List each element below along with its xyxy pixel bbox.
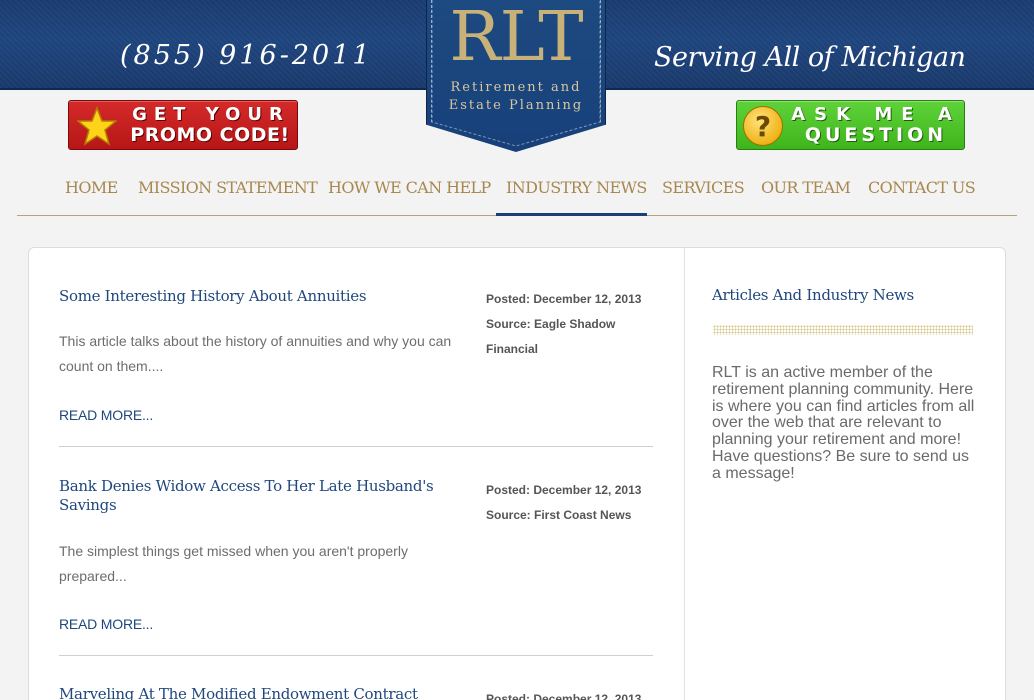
- article-title[interactable]: Bank Denies Widow Access To Her Late Hus…: [59, 477, 454, 515]
- nav-item-our-team[interactable]: OUR TEAM: [751, 178, 860, 216]
- article-excerpt: The simplest things get missed when you …: [59, 543, 408, 584]
- tagline: Serving All of Michigan: [654, 42, 966, 73]
- nav-item-contact-us[interactable]: CONTACT US: [858, 178, 985, 216]
- read-more-link[interactable]: READ MORE...: [59, 616, 153, 632]
- logo[interactable]: RLT Retirement and Estate Planning: [426, 0, 606, 152]
- article-posted-date: Posted: December 12, 2013: [486, 692, 642, 700]
- article-excerpt: This article talks about the history of …: [59, 333, 452, 374]
- article-title[interactable]: Some Interesting History About Annuities: [59, 287, 454, 306]
- ask-question-button[interactable]: ? ASK ME A QUESTION: [736, 100, 965, 150]
- main-nav: HOME MISSION STATEMENT HOW WE CAN HELP I…: [17, 170, 1017, 216]
- column-divider: [684, 248, 685, 700]
- star-icon: [77, 106, 117, 146]
- article-meta: Posted: December 12, 2013 Source: Eagle …: [486, 287, 656, 362]
- phone-number[interactable]: (855) 916-2011: [120, 40, 373, 71]
- content-card: Some Interesting History About Annuities…: [28, 247, 1006, 700]
- article-separator: [59, 446, 653, 447]
- article-posted-date: Posted: December 12, 2013: [486, 483, 642, 497]
- nav-item-services[interactable]: SERVICES: [652, 178, 754, 216]
- article-separator: [59, 655, 653, 656]
- sidebar-title: Articles And Industry News: [712, 286, 914, 304]
- ask-button-line2: QUESTION: [804, 124, 948, 146]
- nav-item-industry-news[interactable]: INDUSTRY NEWS: [496, 178, 647, 216]
- logo-subtitle-line2: Estate Planning: [448, 98, 584, 113]
- logo-mark: RLT: [449, 0, 583, 77]
- promo-button-line2: PROMO CODE!: [130, 124, 290, 146]
- nav-item-home[interactable]: HOME: [55, 178, 128, 216]
- article-title[interactable]: Marveling At The Modified Endowment Cont…: [59, 685, 459, 700]
- article-posted-date: Posted: December 12, 2013: [486, 292, 642, 306]
- logo-subtitle-line1: Retirement and: [450, 80, 582, 95]
- sidebar-dotted-divider: [713, 325, 973, 335]
- nav-item-mission-statement[interactable]: MISSION STATEMENT: [128, 178, 327, 216]
- read-more-link[interactable]: READ MORE...: [59, 407, 153, 423]
- article-source: Source: Eagle Shadow Financial: [486, 317, 616, 356]
- article-meta: Posted: December 12, 2013: [486, 687, 656, 700]
- ask-button-line1: ASK ME A: [791, 104, 961, 125]
- article-meta: Posted: December 12, 2013 Source: First …: [486, 478, 656, 528]
- question-icon: ?: [743, 106, 783, 146]
- nav-item-how-we-can-help[interactable]: HOW WE CAN HELP: [318, 178, 501, 216]
- sidebar-description: RLT is an active member of the retiremen…: [712, 364, 975, 482]
- article-source: Source: First Coast News: [486, 508, 632, 522]
- promo-button-line1: GET YOUR: [132, 104, 290, 125]
- promo-code-button[interactable]: GET YOUR PROMO CODE!: [68, 100, 298, 150]
